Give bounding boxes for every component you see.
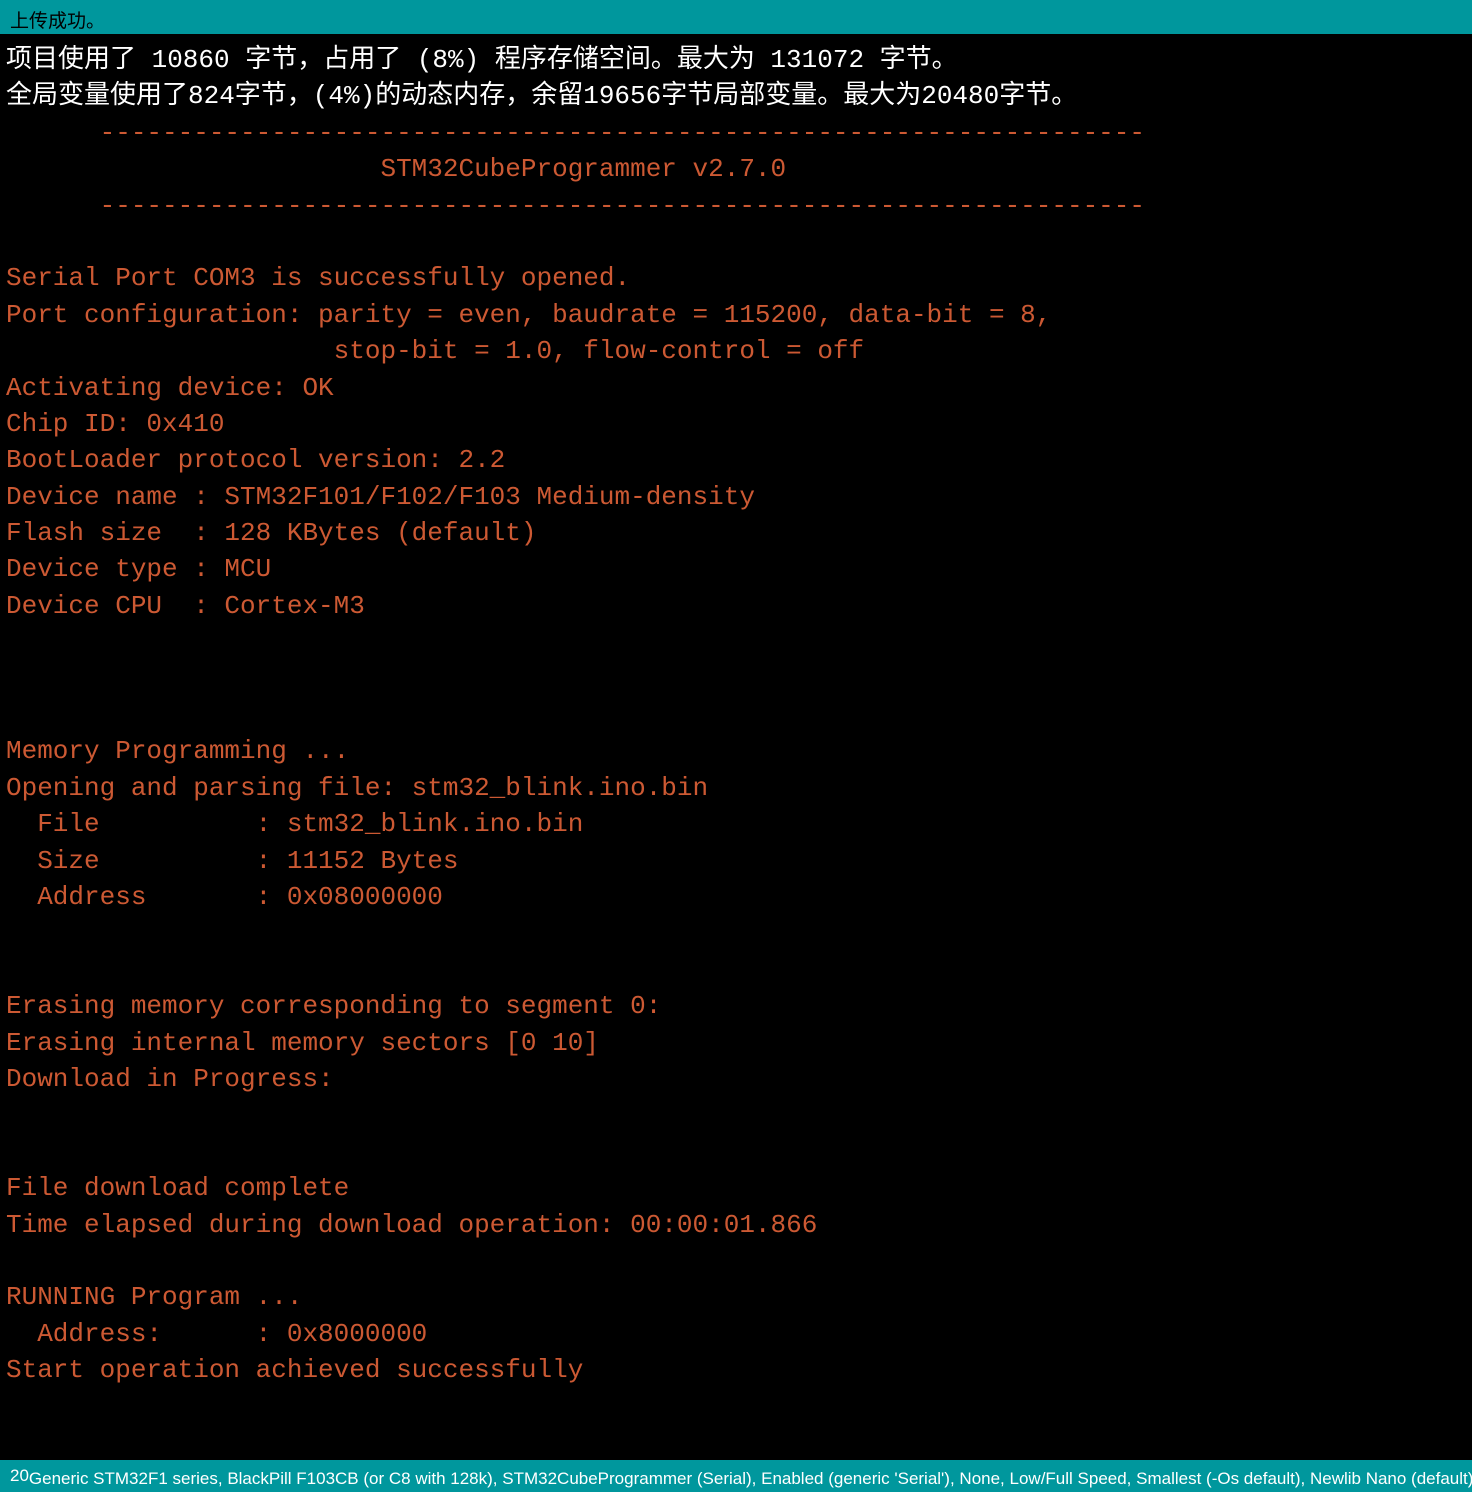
- opening-file: Opening and parsing file: stm32_blink.in…: [6, 770, 1466, 806]
- blank-line: [6, 952, 1466, 988]
- blank-line: [6, 1134, 1466, 1170]
- erase-sectors: Erasing internal memory sectors [0 10]: [6, 1025, 1466, 1061]
- blank-line: [6, 697, 1466, 733]
- run-address: Address: : 0x8000000: [6, 1316, 1466, 1352]
- status-footer: 20 Generic STM32F1 series, BlackPill F10…: [0, 1460, 1472, 1492]
- separator-bottom: ----------------------------------------…: [6, 188, 1466, 224]
- blank-line: [6, 661, 1466, 697]
- blank-line: [6, 915, 1466, 951]
- console-output[interactable]: 项目使用了 10860 字节，占用了 (8%) 程序存储空间。最大为 13107…: [0, 34, 1472, 1460]
- global-vars-line: 全局变量使用了824字节，(4%)的动态内存，余留19656字节局部变量。最大为…: [6, 78, 1466, 114]
- port-config-2: stop-bit = 1.0, flow-control = off: [6, 333, 1466, 369]
- blank-line: [6, 624, 1466, 660]
- device-cpu: Device CPU : Cortex-M3: [6, 588, 1466, 624]
- running-program: RUNNING Program ...: [6, 1279, 1466, 1315]
- status-header: 上传成功。: [0, 0, 1472, 34]
- time-elapsed: Time elapsed during download operation: …: [6, 1207, 1466, 1243]
- bootloader-version: BootLoader protocol version: 2.2: [6, 442, 1466, 478]
- start-success: Start operation achieved successfully: [6, 1352, 1466, 1388]
- file-address: Address : 0x08000000: [6, 879, 1466, 915]
- download-progress: Download in Progress:: [6, 1061, 1466, 1097]
- line-number: 20: [10, 1466, 29, 1486]
- chip-id: Chip ID: 0x410: [6, 406, 1466, 442]
- device-name: Device name : STM32F101/F102/F103 Medium…: [6, 479, 1466, 515]
- activating-device: Activating device: OK: [6, 370, 1466, 406]
- upload-status-text: 上传成功。: [10, 11, 105, 32]
- separator-top: ----------------------------------------…: [6, 115, 1466, 151]
- sketch-size-line: 项目使用了 10860 字节，占用了 (8%) 程序存储空间。最大为 13107…: [6, 42, 1466, 78]
- blank-line: [6, 1243, 1466, 1279]
- flash-size: Flash size : 128 KBytes (default): [6, 515, 1466, 551]
- programmer-title: STM32CubeProgrammer v2.7.0: [6, 151, 1466, 187]
- board-config: Generic STM32F1 series, BlackPill F103CB…: [29, 1464, 1472, 1489]
- file-size: Size : 11152 Bytes: [6, 843, 1466, 879]
- blank-line: [6, 1097, 1466, 1133]
- device-type: Device type : MCU: [6, 551, 1466, 587]
- download-complete: File download complete: [6, 1170, 1466, 1206]
- erase-segment: Erasing memory corresponding to segment …: [6, 988, 1466, 1024]
- memory-programming: Memory Programming ...: [6, 733, 1466, 769]
- blank-line: [6, 224, 1466, 260]
- serial-port-opened: Serial Port COM3 is successfully opened.: [6, 260, 1466, 296]
- file-name: File : stm32_blink.ino.bin: [6, 806, 1466, 842]
- port-config-1: Port configuration: parity = even, baudr…: [6, 297, 1466, 333]
